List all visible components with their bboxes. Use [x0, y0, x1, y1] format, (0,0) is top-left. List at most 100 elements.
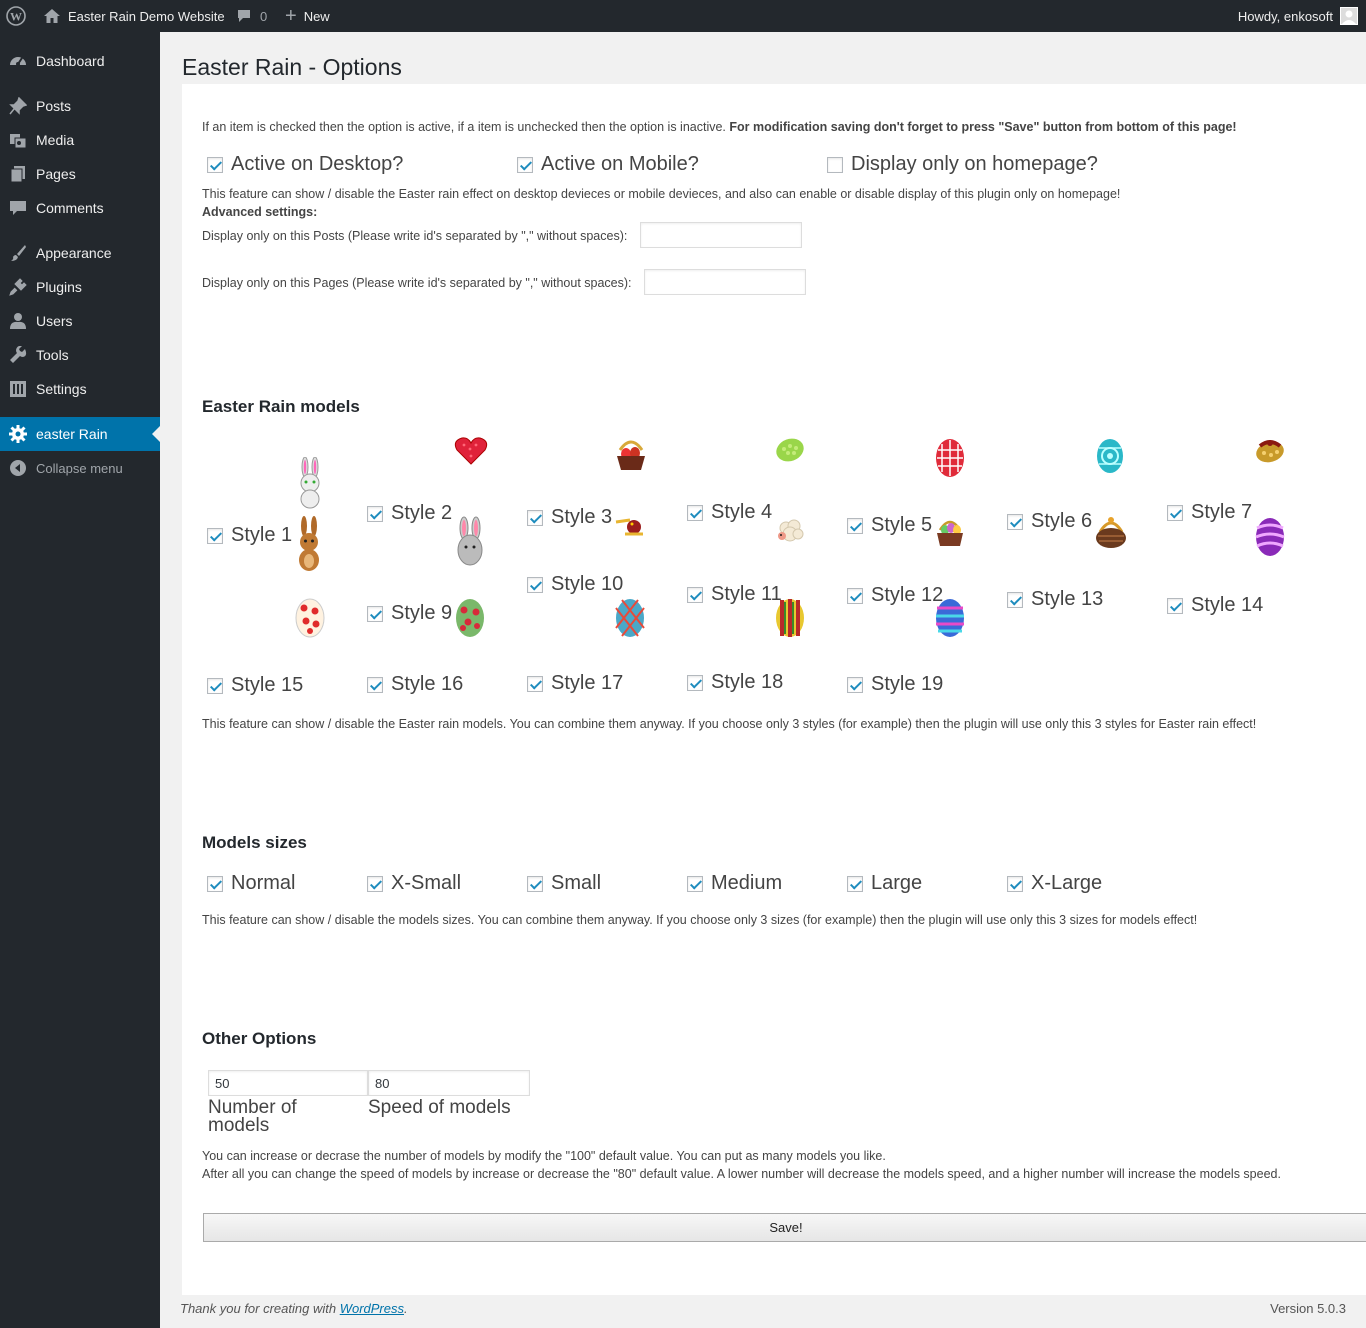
checkbox[interactable] [1167, 504, 1183, 521]
style-checkbox-row[interactable]: Style 10 [527, 573, 623, 596]
style-checkbox-row[interactable]: Style 13 [1007, 588, 1103, 611]
wordpress-link[interactable]: WordPress [340, 1301, 404, 1316]
checkbox[interactable] [527, 509, 543, 526]
checkbox[interactable] [687, 674, 703, 691]
option-active-mobile[interactable]: Active on Mobile? [517, 153, 699, 176]
style-checkbox-row[interactable]: Style 7 [1167, 501, 1252, 524]
sidebar-item-users[interactable]: Users [0, 304, 160, 338]
style-checkbox-row[interactable]: Style 4 [687, 501, 772, 524]
checkbox[interactable] [207, 875, 223, 892]
sidebar-item-dashboard[interactable]: Dashboard [0, 44, 160, 78]
option-active-desktop[interactable]: Active on Desktop? [207, 153, 403, 176]
checkbox[interactable] [847, 587, 863, 604]
checkbox[interactable] [687, 504, 703, 521]
sidebar-item-easter-rain[interactable]: easter Rain [0, 417, 160, 451]
checkbox[interactable] [367, 875, 383, 892]
size-x-large[interactable]: X-Large [1007, 872, 1102, 895]
checkbox[interactable] [517, 156, 533, 173]
egg-basket-icon [934, 516, 966, 553]
checkbox[interactable] [827, 156, 843, 173]
site-name-link[interactable]: Easter Rain Demo Website [43, 0, 225, 32]
user-icon [9, 312, 27, 330]
style-checkbox-row[interactable]: Style 1 [207, 524, 292, 547]
sidebar-item-media[interactable]: Media [0, 123, 160, 157]
checkbox[interactable] [1007, 513, 1023, 530]
collapse-menu-button[interactable]: Collapse menu [0, 451, 160, 485]
save-button[interactable]: Save! [203, 1213, 1366, 1242]
options-panel: If an item is checked then the option is… [182, 84, 1366, 1295]
size-medium[interactable]: Medium [687, 872, 782, 895]
style-checkbox-row[interactable]: Style 6 [1007, 510, 1092, 533]
sidebar-item-settings[interactable]: Settings [0, 372, 160, 406]
size-normal[interactable]: Normal [207, 872, 295, 895]
style-checkbox-row[interactable]: Style 15 [207, 674, 303, 697]
checkbox[interactable] [1167, 597, 1183, 614]
size-x-small[interactable]: X-Small [367, 872, 461, 895]
style-label: Style 5 [871, 514, 933, 536]
checkbox[interactable] [207, 677, 223, 694]
checkbox[interactable] [527, 576, 543, 593]
style-checkbox-row[interactable]: Style 17 [527, 672, 623, 695]
speed-of-models-input[interactable]: 80 [368, 1070, 530, 1096]
style-checkbox-row[interactable]: Style 12 [847, 584, 943, 607]
sidebar-item-plugins[interactable]: Plugins [0, 270, 160, 304]
checkbox[interactable] [1007, 875, 1023, 892]
sidebar-item-posts[interactable]: Posts [0, 89, 160, 123]
pages-ids-input[interactable] [644, 269, 806, 295]
my-account-link[interactable]: Howdy, enkosoft [1238, 0, 1358, 32]
size-large[interactable]: Large [847, 872, 922, 895]
sidebar-item-tools[interactable]: Tools [0, 338, 160, 372]
style-checkbox-row[interactable]: Style 11 [687, 583, 782, 606]
checkbox[interactable] [527, 875, 543, 892]
style-checkbox-row[interactable]: Style 19 [847, 673, 943, 696]
footer-version: Version 5.0.3 [1270, 1301, 1346, 1316]
checkbox[interactable] [1007, 591, 1023, 608]
sizes-description: This feature can show / disable the mode… [202, 913, 1198, 927]
posts-ids-input[interactable] [640, 222, 802, 248]
style-checkbox-row[interactable]: Style 14 [1167, 594, 1263, 617]
gold-egg-icon [1254, 436, 1286, 469]
checkbox[interactable] [207, 156, 223, 173]
style-checkbox-row[interactable]: Style 18 [687, 671, 783, 694]
other-description-2: After all you can change the speed of mo… [202, 1167, 1281, 1181]
comments-count: 0 [260, 8, 268, 24]
models-description: This feature can show / disable the East… [202, 717, 1257, 731]
size-small[interactable]: Small [527, 872, 601, 895]
new-content-link[interactable]: + New [285, 0, 330, 32]
style-checkbox-row[interactable]: Style 9 [367, 602, 452, 625]
sidebar-item-pages[interactable]: Pages [0, 157, 160, 191]
active-arrow [152, 426, 160, 442]
lamb-icon [774, 516, 806, 551]
checkbox[interactable] [847, 676, 863, 693]
style-label: Style 15 [231, 674, 304, 696]
checkbox[interactable] [367, 676, 383, 693]
comments-link[interactable]: 0 [236, 0, 267, 32]
sidebar-item-comments[interactable]: Comments [0, 191, 160, 225]
checkbox[interactable] [367, 605, 383, 622]
other-options-heading: Other Options [202, 1029, 317, 1048]
collapse-icon [9, 459, 27, 477]
style-label: Style 1 [231, 524, 293, 546]
style-label: Style 6 [1031, 510, 1093, 532]
number-of-models-input[interactable]: 50 [208, 1070, 368, 1096]
sidebar-item-appearance[interactable]: Appearance [0, 236, 160, 270]
gear-icon [9, 425, 27, 443]
checkbox[interactable] [527, 675, 543, 692]
option-homepage-only[interactable]: Display only on homepage? [827, 153, 1098, 176]
checkbox[interactable] [207, 527, 223, 544]
checkbox[interactable] [687, 875, 703, 892]
wordpress-logo-icon[interactable]: W [6, 0, 28, 32]
style-checkbox-row[interactable]: Style 3 [527, 506, 612, 529]
speed-of-models-label: Speed of models [368, 1097, 511, 1118]
style-checkbox-row[interactable]: Style 2 [367, 502, 452, 525]
checkbox[interactable] [847, 875, 863, 892]
blue-egg-icon [934, 596, 966, 643]
style-checkbox-row[interactable]: Style 5 [847, 514, 932, 537]
checkbox[interactable] [687, 586, 703, 603]
style-checkbox-row[interactable]: Style 16 [367, 673, 463, 696]
sidebar-item-label: Dashboard [36, 53, 105, 69]
checkbox[interactable] [367, 505, 383, 522]
checkbox[interactable] [847, 517, 863, 534]
models-heading: Easter Rain models [202, 397, 360, 416]
main-content: Easter Rain - Options If an item is chec… [160, 32, 1366, 1328]
